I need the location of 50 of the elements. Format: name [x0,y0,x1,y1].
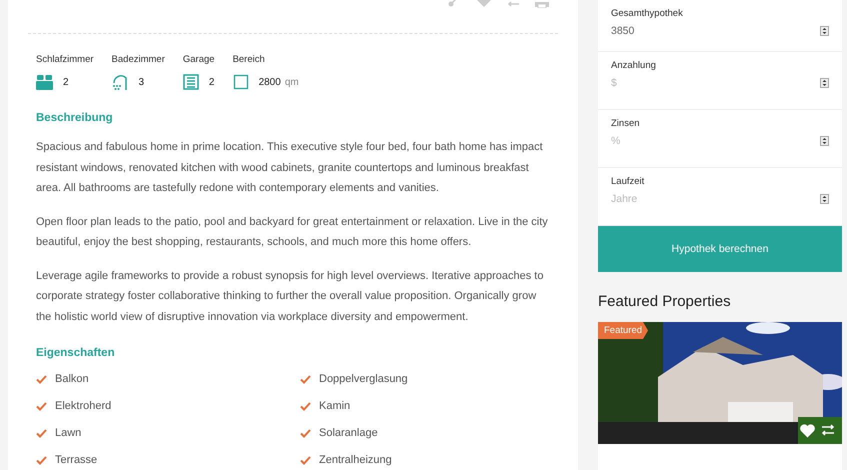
featured-badge: Featured [598,322,648,339]
check-icon [36,375,47,384]
field-label: Laufzeit [611,176,646,187]
field-label: Gesamthypothek [611,8,684,19]
section-heading: Eigenschaften [36,347,116,359]
spec-value: 3 [138,76,144,88]
spinner-icon[interactable] [820,78,829,88]
description-paragraph: Spacious and fabulous home in prime location. This executive style four bed, four bath home has impact resistant windows, renovated kitchen with wood cabinets, granite countertops and luminous breakfast area. All bathrooms are tastefully redone with contemporary elements and vanities. [36,140,544,196]
spec-label: Schlafzimmer [36,54,94,65]
section-heading: Beschreibung [36,112,114,124]
number-field[interactable]: % [611,135,761,147]
description-paragraph: Open floor plan leads to the patio, pool and backyard for great entertainment or relaxation. Live in the city beautiful, enjoy the best shopping, restaurants, schools, and much more this home offers. [36,214,549,250]
check-icon [300,402,311,411]
feature-label: Lawn [55,426,82,441]
feature-label: Zentralheizung [319,453,392,468]
field-label: Zinsen [611,118,641,129]
field-label: Anzahlung [611,60,657,71]
check-icon [36,456,47,465]
check-icon [36,429,47,438]
check-icon [300,456,311,465]
spinner-icon[interactable] [820,194,829,204]
calculate-button[interactable]: Hypothek berechnen [598,226,842,272]
spec-label: Badezimmer [112,54,165,65]
feature-label: Doppelverglasung [319,372,408,387]
sidebar-heading: Featured Properties [598,294,732,310]
number-field[interactable]: 3850 [611,25,761,37]
spinner-icon[interactable] [820,136,829,146]
spec-value: 2 [63,76,69,88]
spec-label: Bereich [232,54,266,65]
spinner-icon[interactable] [820,26,829,36]
number-field[interactable]: $ [611,77,761,89]
compare-icon[interactable] [820,422,836,438]
spec-label: Garage [182,54,215,65]
shower-icon [112,74,129,90]
check-icon [300,375,311,384]
area-icon [232,74,249,90]
description-paragraph: Leverage agile frameworks to provide a robust synopsis for high level overviews. Iterative approaches to corporate strategy foster collaborative thinking to further the overall value proposition. Organically grow the holistic world view of disruptive innovation via workplace diversity and empowerment. [36,268,544,324]
feature-label: Kamin [319,399,350,414]
number-field[interactable]: Jahre [611,193,761,205]
feature-label: Solaranlage [319,426,378,441]
feature-label: Elektroherd [55,399,112,414]
spec-unit: qm [284,76,299,88]
check-icon [36,402,47,411]
feature-label: Terrasse [55,453,98,468]
bed-icon [36,74,53,90]
check-icon [300,429,311,438]
spec-value: 2 [208,76,214,88]
spec-value: 2800 [258,76,281,88]
garage-icon [182,74,199,90]
feature-label: Balkon [55,372,89,387]
